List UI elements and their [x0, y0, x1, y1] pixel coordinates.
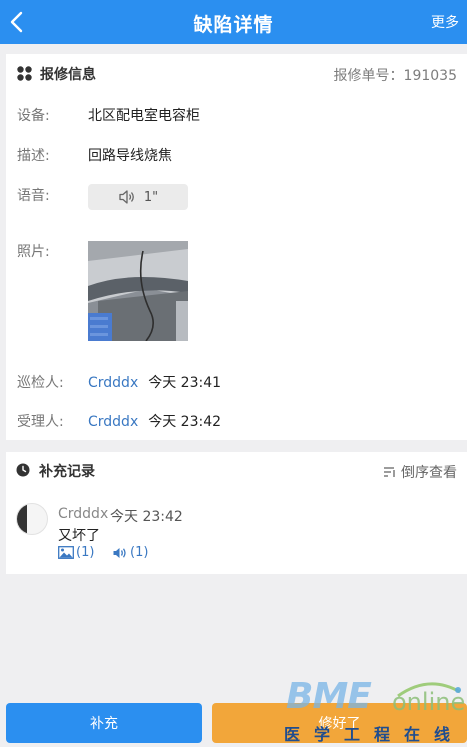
page-title: 缺陷详情 — [193, 14, 274, 36]
record-image-count: (1) — [76, 545, 95, 560]
supplement-records-card: 补充记录 倒序查看 Crdddx 今天 23:42 又坏了 (1) (1) — [6, 452, 467, 574]
handler-name[interactable]: Crdddx — [88, 414, 138, 430]
speaker-icon — [113, 547, 126, 558]
top-nav-bar: 缺陷详情 更多 — [0, 0, 467, 44]
more-button[interactable]: 更多 — [431, 12, 459, 32]
image-icon — [58, 546, 74, 559]
avatar-shade — [17, 504, 27, 534]
inspector-name[interactable]: Crdddx — [88, 375, 138, 391]
handler-info: Crdddx 今天 23:42 — [88, 411, 221, 431]
grid-dots-icon — [17, 66, 32, 81]
handler-label: 受理人: — [17, 414, 64, 430]
inspector-info: Crdddx 今天 23:41 — [88, 372, 221, 392]
record-image-attachment[interactable]: (1) — [58, 545, 94, 560]
record-content: 又坏了 — [58, 528, 100, 544]
report-section-title: 报修信息 — [40, 67, 96, 83]
voice-label: 语音: — [17, 188, 50, 204]
report-info-card: 报修信息 报修单号：191035 设备: 北区配电室电容柜 描述: 回路导线烧焦… — [6, 54, 467, 440]
device-value: 北区配电室电容柜 — [88, 108, 200, 124]
supplement-button[interactable]: 补充 — [6, 703, 202, 743]
reverse-sort-button[interactable]: 倒序查看 — [383, 462, 457, 482]
watermark-arc-logo — [397, 682, 461, 698]
reverse-sort-label: 倒序查看 — [401, 465, 457, 481]
speaker-icon — [119, 190, 134, 204]
record-audio-count: (1) — [130, 545, 149, 560]
record-author: Crdddx — [58, 506, 109, 522]
record-audio-attachment[interactable]: (1) — [112, 545, 148, 560]
repaired-button[interactable]: 修好了 — [212, 703, 467, 743]
inspector-label: 巡检人: — [17, 375, 64, 391]
device-label: 设备: — [17, 108, 50, 124]
order-number-value: 191035 — [403, 68, 457, 84]
defect-photo-image — [88, 241, 188, 341]
avatar[interactable] — [16, 503, 48, 535]
voice-play-button[interactable]: 1" — [88, 184, 188, 210]
records-section-title: 补充记录 — [39, 464, 95, 480]
order-number: 报修单号：191035 — [334, 65, 457, 85]
record-time: 今天 23:42 — [110, 509, 183, 525]
description-label: 描述: — [17, 148, 50, 164]
clock-icon — [16, 463, 30, 477]
voice-duration: 1" — [143, 189, 159, 205]
description-value: 回路导线烧焦 — [88, 148, 172, 164]
sort-icon — [384, 467, 395, 477]
photo-label: 照片: — [17, 244, 50, 260]
inspector-time: 今天 23:41 — [148, 375, 222, 391]
defect-photo[interactable] — [88, 241, 188, 341]
order-number-label: 报修单号： — [333, 68, 404, 84]
handler-time: 今天 23:42 — [148, 414, 222, 430]
